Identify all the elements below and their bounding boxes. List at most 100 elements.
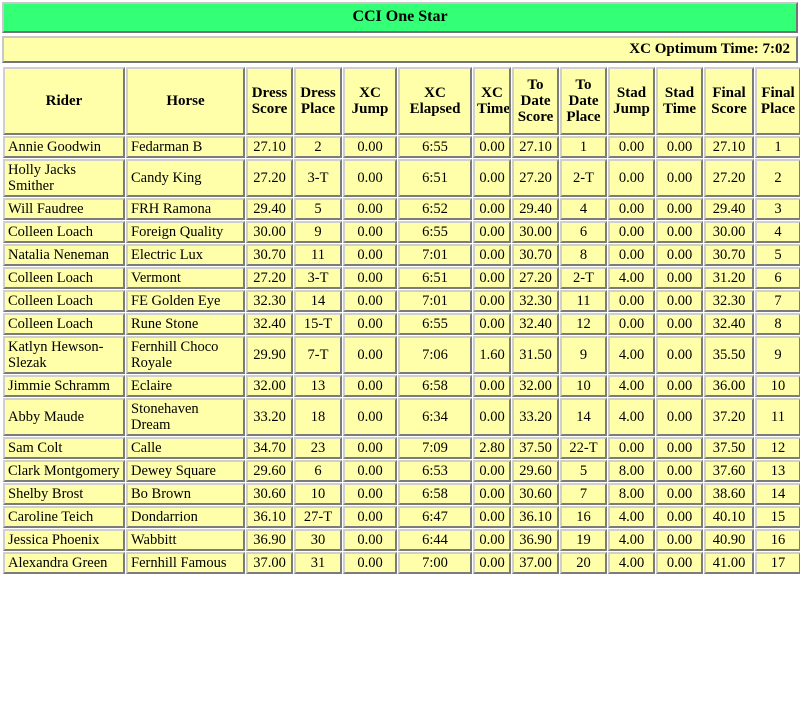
cell-xc_time: 0.00 [473,313,511,335]
cell-xc_elapsed: 7:01 [398,290,472,312]
cell-rider: Colleen Loach [3,313,125,335]
cell-horse: Dondarrion [126,506,245,528]
cell-dress_place: 31 [294,552,342,574]
cell-final_score: 37.20 [704,398,754,436]
table-row: Caroline Teich Dondarrion 36.10 27-T 0.00 6:4… [3,506,800,528]
cell-td_place: 8 [560,244,607,266]
cell-td_place: 4 [560,198,607,220]
cell-td_score: 32.30 [512,290,559,312]
cell-rider: Jessica Phoenix [3,529,125,551]
cell-xc_elapsed: 6:55 [398,221,472,243]
cell-xc_time: 0.00 [473,506,511,528]
cell-td_place: 20 [560,552,607,574]
header-row: Rider Horse Dress Score Dress Place XC J… [3,67,800,135]
cell-dress_place: 13 [294,375,342,397]
cell-xc_time: 0.00 [473,244,511,266]
cell-dress_place: 14 [294,290,342,312]
cell-rider: Sam Colt [3,437,125,459]
cell-final_place: 3 [755,198,800,220]
cell-xc_time: 0.00 [473,460,511,482]
cell-horse: FE Golden Eye [126,290,245,312]
cell-td_score: 27.10 [512,136,559,158]
cell-xc_elapsed: 6:58 [398,375,472,397]
cell-horse: Electric Lux [126,244,245,266]
cell-final_place: 2 [755,159,800,197]
cell-td_score: 29.40 [512,198,559,220]
cell-rider: Will Faudree [3,198,125,220]
cell-xc_time: 0.00 [473,529,511,551]
cell-xc_jump: 0.00 [343,313,397,335]
cell-xc_elapsed: 6:51 [398,267,472,289]
cell-td_place: 16 [560,506,607,528]
cell-final_score: 40.10 [704,506,754,528]
cell-stad_jump: 4.00 [608,529,655,551]
results-page: CCI One Star XC Optimum Time: 7:02 Rider… [0,0,800,575]
cell-td_score: 37.50 [512,437,559,459]
cell-stad_jump: 0.00 [608,221,655,243]
cell-final_score: 32.30 [704,290,754,312]
cell-dress_score: 36.10 [246,506,293,528]
cell-horse: Fernhill Choco Royale [126,336,245,374]
column-header-xc-time: XC Time [473,67,511,135]
table-row: Colleen Loach Vermont 27.20 3-T 0.00 6:51 0.00… [3,267,800,289]
column-header-dress-place: Dress Place [294,67,342,135]
cell-final_place: 8 [755,313,800,335]
cell-td_place: 7 [560,483,607,505]
cell-td_place: 19 [560,529,607,551]
table-row: XC Optimum Time: 7:02 [2,36,798,63]
cell-dress_score: 32.00 [246,375,293,397]
cell-xc_jump: 0.00 [343,198,397,220]
cell-xc_time: 0.00 [473,221,511,243]
cell-final_place: 11 [755,398,800,436]
cell-xc_jump: 0.00 [343,398,397,436]
column-header-final-score: Final Score [704,67,754,135]
table-row: Jimmie Schramm Eclaire 32.00 13 0.00 6:58 0.00… [3,375,800,397]
cell-dress_score: 34.70 [246,437,293,459]
cell-stad_time: 0.00 [656,506,703,528]
cell-xc_elapsed: 6:47 [398,506,472,528]
cell-dress_score: 30.70 [246,244,293,266]
cell-xc_jump: 0.00 [343,437,397,459]
cell-xc_jump: 0.00 [343,336,397,374]
cell-td_score: 30.70 [512,244,559,266]
cell-stad_time: 0.00 [656,336,703,374]
cell-stad_time: 0.00 [656,290,703,312]
cell-xc_jump: 0.00 [343,460,397,482]
cell-stad_jump: 4.00 [608,398,655,436]
cell-final_place: 1 [755,136,800,158]
table-row: Natalia Neneman Electric Lux 30.70 11 0.00 7:… [3,244,800,266]
cell-xc_jump: 0.00 [343,221,397,243]
cell-rider: Shelby Brost [3,483,125,505]
cell-horse: Bo Brown [126,483,245,505]
cell-td_score: 32.40 [512,313,559,335]
cell-stad_jump: 0.00 [608,290,655,312]
cell-xc_time: 0.00 [473,552,511,574]
cell-final_place: 16 [755,529,800,551]
cell-dress_score: 33.20 [246,398,293,436]
cell-final_score: 37.50 [704,437,754,459]
cell-final_score: 40.90 [704,529,754,551]
cell-td_score: 29.60 [512,460,559,482]
cell-td_score: 32.00 [512,375,559,397]
cell-td_place: 9 [560,336,607,374]
cell-stad_time: 0.00 [656,460,703,482]
cell-final_score: 35.50 [704,336,754,374]
cell-final_score: 32.40 [704,313,754,335]
cell-xc_jump: 0.00 [343,267,397,289]
cell-xc_jump: 0.00 [343,244,397,266]
cell-td_place: 2-T [560,267,607,289]
table-row: Shelby Brost Bo Brown 30.60 10 0.00 6:58 0.00 3… [3,483,800,505]
cell-xc_elapsed: 6:53 [398,460,472,482]
cell-dress_place: 10 [294,483,342,505]
cell-dress_place: 6 [294,460,342,482]
cell-final_score: 31.20 [704,267,754,289]
cell-stad_time: 0.00 [656,221,703,243]
cell-stad_time: 0.00 [656,267,703,289]
cell-stad_jump: 0.00 [608,313,655,335]
cell-td_place: 10 [560,375,607,397]
cell-stad_jump: 0.00 [608,244,655,266]
cell-horse: FRH Ramona [126,198,245,220]
cell-td_score: 36.90 [512,529,559,551]
cell-xc_elapsed: 6:55 [398,136,472,158]
cell-dress_score: 32.40 [246,313,293,335]
